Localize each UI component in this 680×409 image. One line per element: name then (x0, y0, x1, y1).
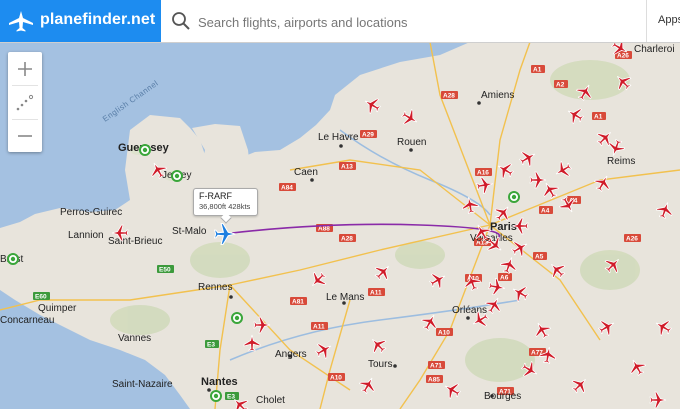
measure-distance-button[interactable] (8, 86, 42, 119)
zoom-in-icon (18, 61, 32, 76)
road-label: A85 (426, 375, 443, 384)
road-label: A28 (339, 234, 356, 243)
road-label: A84 (279, 183, 296, 192)
city-label: Rouen (397, 137, 426, 148)
city-label: Orléans (452, 305, 487, 316)
svg-text:E50: E50 (159, 267, 171, 274)
road-label: A16 (475, 168, 492, 177)
road-label: A10 (328, 373, 345, 382)
svg-text:A85: A85 (428, 377, 440, 384)
svg-text:A13: A13 (341, 164, 353, 171)
svg-text:A10: A10 (438, 330, 450, 337)
city-label: Reims (607, 156, 635, 167)
road-label: A2 (554, 80, 568, 89)
road-label: A81 (290, 297, 307, 306)
city-label: Tours (368, 359, 392, 370)
svg-text:A28: A28 (341, 236, 353, 243)
brand-logo[interactable]: planefinder.net (0, 0, 161, 42)
svg-text:A16: A16 (477, 170, 489, 177)
road-label: E3 (205, 340, 219, 349)
city-label: Cholet (256, 395, 285, 406)
airport-marker-icon[interactable] (139, 144, 151, 156)
city-label: Angers (275, 349, 307, 360)
svg-text:A26: A26 (626, 236, 638, 243)
airport-marker-icon[interactable] (210, 390, 222, 402)
road-label: A11 (368, 288, 385, 297)
svg-text:A84: A84 (281, 185, 293, 192)
city-label: Caen (294, 167, 318, 178)
top-bar: planefinder.net Apps (0, 0, 680, 43)
flight-map[interactable]: A1 A2 A28 A16 A29 A13 A84 A88 A28 A4 A26… (0, 42, 680, 409)
city-label: Saint-Nazaire (112, 379, 173, 390)
road-label: E60 (33, 292, 50, 301)
road-label: A29 (360, 130, 377, 139)
svg-text:A4: A4 (541, 208, 550, 215)
flight-callsign: F-RARF (199, 191, 232, 201)
svg-text:E3: E3 (207, 342, 215, 349)
plane-logo-icon (9, 11, 33, 32)
road-label: A4 (539, 206, 553, 215)
flight-details: 36,800ft 428kts (199, 202, 251, 211)
svg-text:A1: A1 (533, 67, 542, 74)
svg-text:E3: E3 (227, 394, 235, 401)
apps-link[interactable]: Apps (658, 14, 680, 26)
city-label: Amiens (481, 90, 514, 101)
city-label: St-Malo (172, 226, 207, 237)
city-label: Bourges (484, 391, 521, 402)
road-label: A11 (311, 322, 328, 331)
flight-tooltip[interactable]: F-RARF 36,800ft 428kts (193, 188, 258, 224)
zoom-out-button[interactable] (8, 119, 42, 152)
airport-marker-icon[interactable] (7, 253, 19, 265)
city-label: Charleroi (634, 44, 675, 55)
svg-text:A11: A11 (370, 290, 382, 297)
brand-name: planefinder.net (40, 11, 156, 28)
map-controls (8, 52, 42, 152)
city-label: Perros-Guirec (60, 207, 122, 218)
search-input[interactable] (196, 10, 640, 34)
city-label: Lannion (68, 230, 104, 241)
svg-text:A29: A29 (362, 132, 374, 139)
airport-marker-icon[interactable] (508, 191, 520, 203)
city-label: Le Mans (326, 292, 364, 303)
zoom-in-button[interactable] (8, 52, 42, 85)
airport-marker-icon[interactable] (231, 312, 243, 324)
city-label: Le Havre (318, 132, 359, 143)
svg-text:A10: A10 (330, 375, 342, 382)
svg-text:A11: A11 (313, 324, 325, 331)
city-label: Nantes (201, 376, 238, 388)
road-label: A6 (498, 273, 512, 282)
zoom-out-icon (18, 134, 32, 137)
svg-text:A5: A5 (535, 254, 544, 261)
svg-text:A28: A28 (443, 93, 455, 100)
road-label: A1 (592, 112, 606, 121)
svg-text:A1: A1 (594, 114, 603, 121)
svg-text:A2: A2 (556, 82, 565, 89)
road-label: A28 (441, 91, 458, 100)
search-icon[interactable] (171, 11, 191, 31)
city-label: Concarneau (0, 315, 54, 326)
measure-distance-icon (16, 94, 34, 110)
road-label: A13 (339, 162, 356, 171)
city-label: Rennes (198, 282, 232, 293)
city-label: Quimper (38, 303, 77, 314)
city-label: Saint-Brieuc (108, 236, 162, 247)
road-label: A26 (624, 234, 641, 243)
airport-marker-icon[interactable] (171, 170, 183, 182)
svg-text:A26: A26 (617, 53, 629, 60)
header-divider (646, 0, 647, 42)
road-label: E3 (225, 392, 239, 401)
svg-text:A81: A81 (292, 299, 304, 306)
svg-text:A6: A6 (500, 275, 509, 282)
city-label: Vannes (118, 333, 151, 344)
road-label: A71 (428, 361, 445, 370)
map-canvas[interactable]: A1 A2 A28 A16 A29 A13 A84 A88 A28 A4 A26… (0, 42, 680, 409)
road-label: E50 (157, 265, 174, 274)
svg-text:A71: A71 (430, 363, 442, 370)
road-label: A1 (531, 65, 545, 74)
road-label: A5 (533, 252, 547, 261)
svg-text:E60: E60 (35, 294, 47, 301)
road-label: A10 (436, 328, 453, 337)
